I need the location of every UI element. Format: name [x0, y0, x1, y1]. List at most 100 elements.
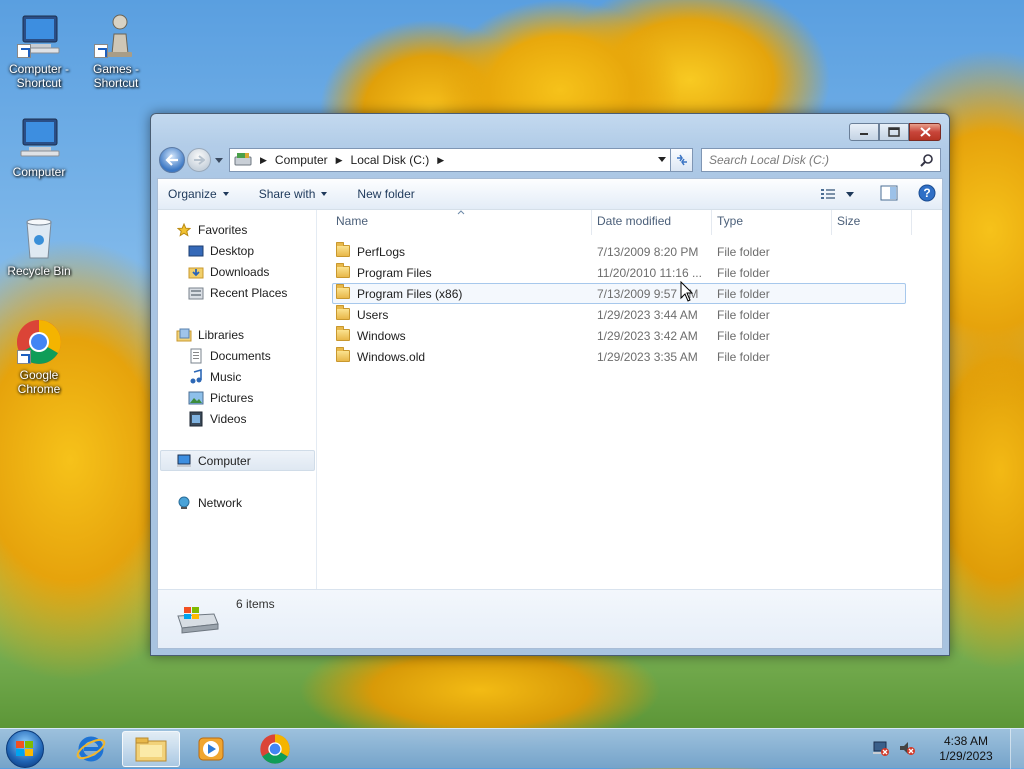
view-details-icon [821, 189, 835, 199]
preview-pane-button[interactable] [880, 185, 898, 204]
column-divider[interactable] [591, 210, 592, 235]
taskbar: 4:38 AM 1/29/2023 [0, 728, 1024, 769]
address-dropdown-icon[interactable] [658, 157, 666, 162]
organize-button[interactable]: Organize [168, 187, 229, 201]
share-with-button[interactable]: Share with [259, 187, 328, 201]
column-header-name[interactable]: Name [336, 214, 591, 232]
change-view-button[interactable] [820, 188, 854, 200]
file-row[interactable]: Windows.old 1/29/2023 3:35 AM File folde… [332, 347, 906, 367]
details-pane: 6 items [158, 589, 942, 648]
file-list: Name Date modified Type Size PerfLogs 7/… [318, 210, 942, 589]
minimize-button[interactable] [849, 123, 879, 141]
desktop-icon [188, 243, 204, 259]
desktop-icon-computer-shortcut[interactable]: Computer - Shortcut [1, 12, 77, 90]
taskbar-internet-explorer[interactable] [62, 731, 120, 767]
taskbar-google-chrome[interactable] [246, 731, 304, 767]
breadcrumb-local-disk[interactable]: Local Disk (C:) [351, 153, 430, 167]
show-desktop-button[interactable] [1010, 729, 1024, 769]
file-date: 1/29/2023 3:44 AM [597, 308, 698, 322]
file-date: 11/20/2010 11:16 ... [597, 266, 702, 280]
chrome-icon [15, 318, 63, 366]
close-button[interactable] [909, 123, 941, 141]
column-divider[interactable] [711, 210, 712, 235]
network-icon [176, 495, 192, 511]
file-name: Windows.old [357, 350, 426, 364]
nav-computer[interactable]: Computer [176, 452, 251, 470]
refresh-icon [676, 154, 687, 166]
file-row[interactable]: Program Files 11/20/2010 11:16 ... File … [332, 263, 906, 283]
file-name: Program Files [357, 266, 432, 280]
forward-button[interactable] [187, 148, 211, 172]
maximize-button[interactable] [879, 123, 909, 141]
nav-downloads[interactable]: Downloads [188, 263, 269, 281]
file-name: Program Files (x86) [357, 286, 463, 301]
nav-network[interactable]: Network [176, 494, 242, 512]
chevron-down-icon [321, 192, 328, 196]
clock-time: 4:38 AM [943, 734, 989, 748]
libraries-icon [176, 327, 192, 343]
desktop-icon-games-shortcut[interactable]: Games - Shortcut [78, 12, 154, 90]
local-disk-icon [177, 607, 219, 634]
start-button[interactable] [6, 730, 44, 768]
nav-desktop[interactable]: Desktop [188, 242, 254, 260]
taskbar-windows-explorer[interactable] [122, 731, 180, 767]
chrome-icon [260, 734, 290, 764]
new-folder-button[interactable]: New folder [357, 187, 414, 201]
help-button[interactable]: ? [918, 184, 936, 205]
file-type: File folder [717, 308, 770, 322]
column-divider[interactable] [831, 210, 832, 235]
search-icon[interactable] [920, 153, 934, 167]
desktop-icon-label: Computer [12, 165, 66, 179]
search-input[interactable]: Search Local Disk (C:) [701, 148, 941, 172]
taskbar-media-player[interactable] [182, 731, 240, 767]
music-icon [188, 369, 204, 385]
network-status-icon[interactable] [872, 740, 890, 759]
file-row-hovered[interactable]: Program Files (x86) 7/13/2009 9:57 PM Fi… [332, 283, 906, 304]
file-name: Windows [357, 329, 406, 343]
column-header-date-modified[interactable]: Date modified [597, 214, 711, 232]
nav-pictures[interactable]: Pictures [188, 389, 253, 407]
nav-favorites[interactable]: Favorites [176, 221, 247, 239]
chevron-down-icon [846, 191, 854, 197]
desktop-icon-label: Games - Shortcut [92, 62, 139, 90]
back-button[interactable] [159, 147, 185, 173]
desktop-icon-google-chrome[interactable]: Google Chrome [1, 318, 77, 396]
file-name: Users [357, 308, 389, 322]
breadcrumb-computer[interactable]: Computer [275, 153, 328, 167]
system-clock[interactable]: 4:38 AM 1/29/2023 [922, 734, 1010, 764]
system-tray: 4:38 AM 1/29/2023 [872, 729, 1024, 769]
nav-videos[interactable]: Videos [188, 410, 246, 428]
column-divider[interactable] [911, 210, 912, 235]
minimize-icon [860, 133, 868, 135]
desktop-icon-computer[interactable]: Computer [1, 115, 77, 179]
nav-documents[interactable]: Documents [188, 347, 271, 365]
folder-icon [336, 242, 350, 257]
nav-libraries[interactable]: Libraries [176, 326, 244, 344]
breadcrumb-separator-icon: ▶ [260, 154, 267, 165]
windows-explorer-icon [135, 737, 167, 762]
documents-icon [188, 348, 204, 364]
navigation-pane: Favorites Desktop Downloads Recent Place… [158, 210, 317, 589]
desktop-icon-recycle-bin[interactable]: Recycle Bin [1, 214, 77, 278]
nav-music[interactable]: Music [188, 368, 241, 386]
recent-pages-dropdown[interactable] [215, 157, 223, 163]
nav-recent-places[interactable]: Recent Places [188, 284, 287, 302]
column-header-type[interactable]: Type [717, 214, 831, 232]
drive-icon [234, 151, 252, 170]
navigation-bar: ▶ Computer ▶ Local Disk (C:) ▶ Search Lo… [159, 146, 941, 174]
volume-muted-icon[interactable] [898, 740, 916, 759]
folder-icon [336, 305, 350, 320]
window-controls [849, 123, 941, 141]
file-row[interactable]: Windows 1/29/2023 3:42 AM File folder [332, 326, 906, 346]
file-row[interactable]: Users 1/29/2023 3:44 AM File folder [332, 305, 906, 325]
file-date: 1/29/2023 3:42 AM [597, 329, 698, 343]
refresh-button[interactable] [671, 148, 693, 172]
folder-icon [336, 347, 350, 362]
computer-icon [176, 453, 192, 469]
column-header-size[interactable]: Size [837, 214, 907, 232]
svg-text:?: ? [923, 186, 930, 200]
help-icon: ? [918, 184, 936, 201]
address-bar[interactable]: ▶ Computer ▶ Local Disk (C:) ▶ [229, 148, 671, 172]
command-bar: Organize Share with New folder ? [158, 179, 942, 210]
file-row[interactable]: PerfLogs 7/13/2009 8:20 PM File folder [332, 242, 906, 262]
